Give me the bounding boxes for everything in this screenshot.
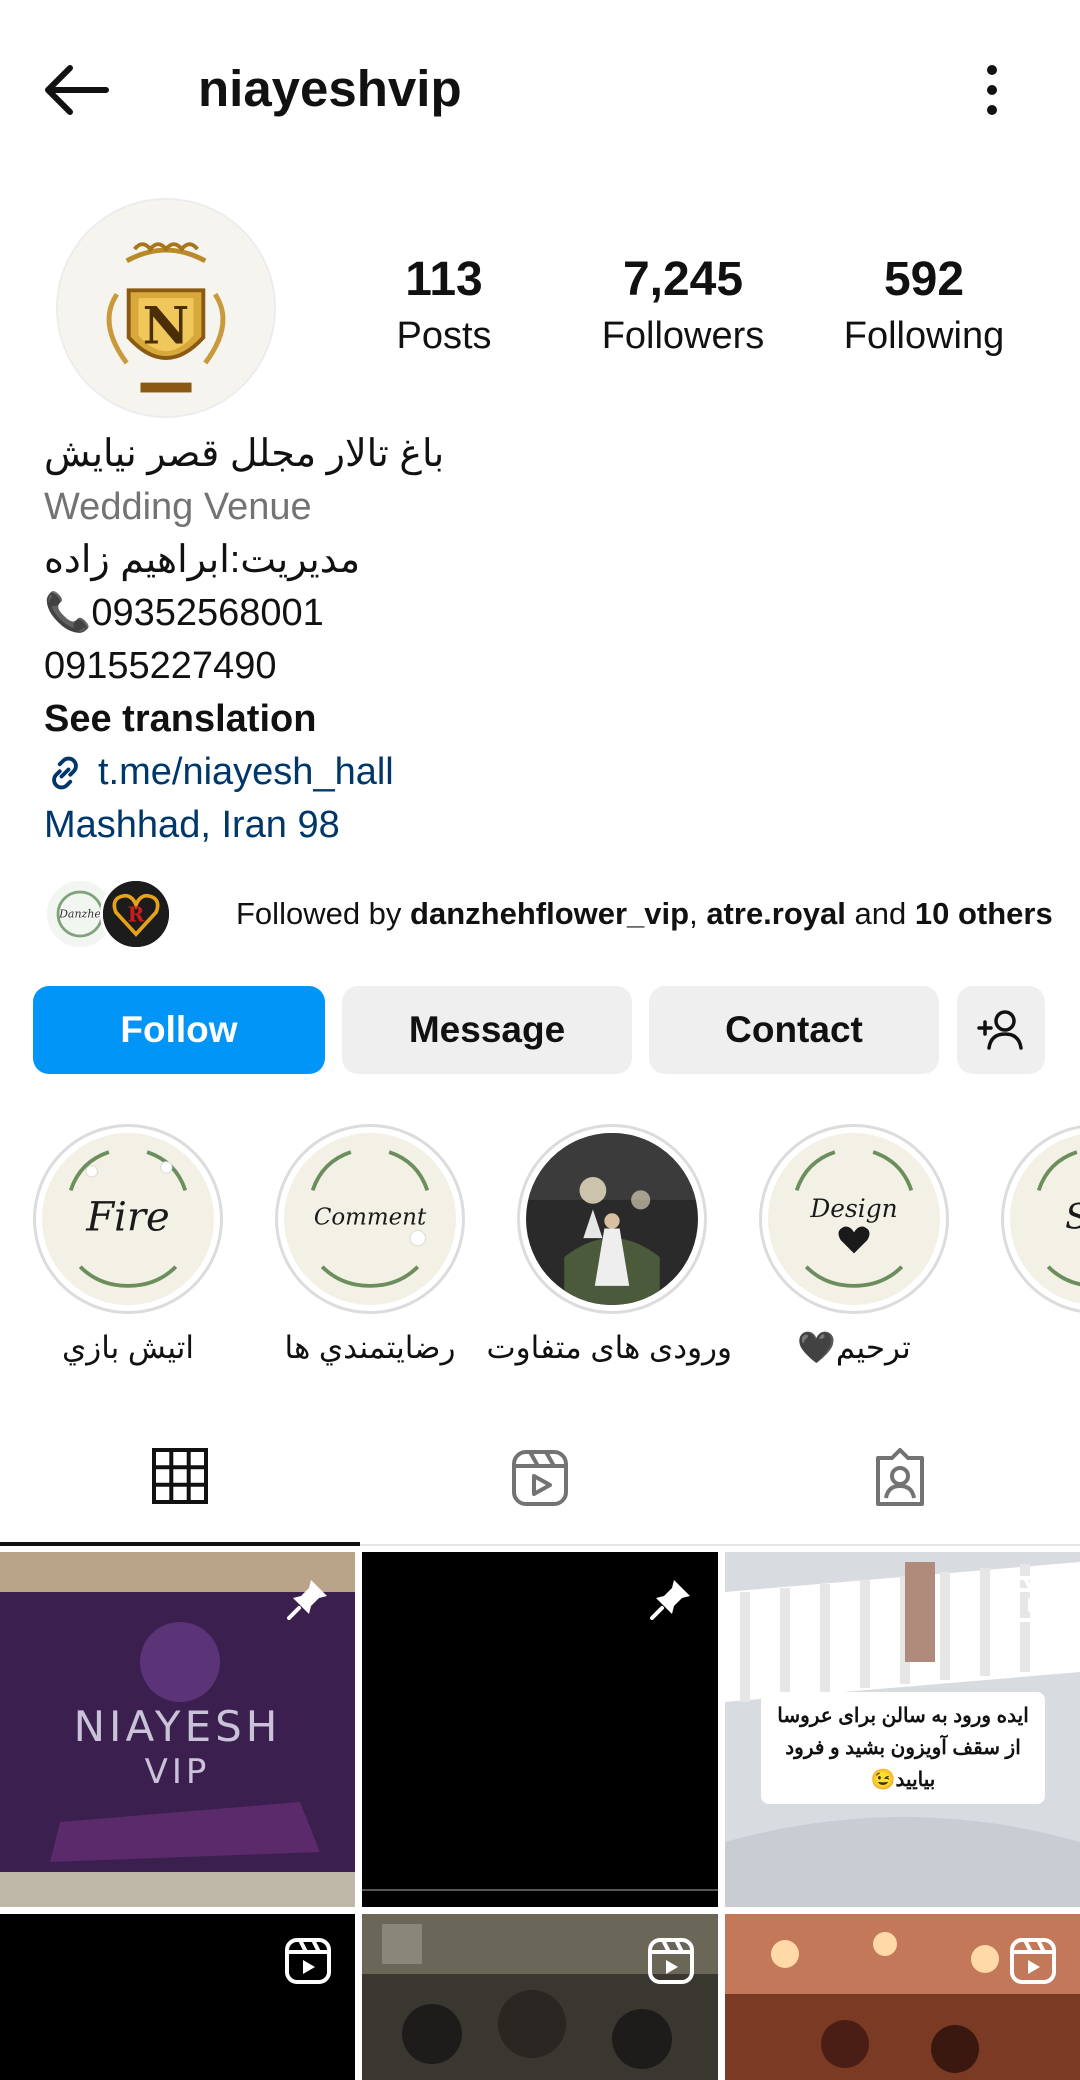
followers-value: 7,245 — [622, 253, 744, 306]
post-thumbnail[interactable] — [0, 1914, 355, 2080]
profile-avatar[interactable]: N — [56, 198, 276, 418]
highlight-label: رضایتمندي ها — [284, 1330, 456, 1365]
bio-phone-primary: 📞09352568001 — [44, 592, 324, 634]
posts-label: Posts — [396, 315, 492, 357]
highlight-item[interactable]: S ج — [976, 1120, 1080, 1368]
highlight-label: ج — [976, 1328, 1080, 1368]
pin-icon — [650, 1580, 690, 1620]
posts-count[interactable]: 113 Posts — [372, 250, 516, 362]
bio-external-link[interactable]: t.me/niayesh_hall — [44, 746, 1044, 799]
more-options-icon[interactable] — [968, 60, 1016, 120]
highlight-cover-text: Fire — [85, 1194, 170, 1240]
highlight-cover-comment: Comment — [284, 1133, 456, 1305]
tagged-icon — [876, 1448, 924, 1506]
link-icon — [52, 756, 78, 789]
contact-button[interactable]: Contact — [649, 986, 939, 1074]
highlight-cover-photo — [526, 1133, 698, 1305]
pin-icon — [287, 1580, 327, 1620]
bio-location[interactable]: Mashhad, Iran 98 — [44, 799, 1044, 852]
mutual-follower-avatars: Danzhe R — [44, 876, 194, 952]
bio-category: Wedding Venue — [44, 486, 312, 528]
message-button[interactable]: Message — [342, 986, 632, 1074]
story-highlights-row: Fire اتیش بازي Comment رضایتمندي ها ورود… — [0, 1120, 1080, 1370]
back-arrow-icon[interactable] — [40, 60, 112, 120]
tab-tagged[interactable] — [720, 1410, 1080, 1546]
highlight-label: ترحیم🖤 — [797, 1330, 911, 1365]
see-translation-link[interactable]: See translation — [44, 693, 1044, 746]
tab-reels[interactable] — [360, 1410, 720, 1546]
followed-by-prefix: Followed by — [236, 896, 411, 931]
grid-icon — [152, 1448, 208, 1504]
reel-icon — [285, 1938, 331, 1984]
mutual-followers-others[interactable]: 10 others — [915, 896, 1053, 931]
reels-icon — [512, 1450, 568, 1506]
followers-label: Followers — [601, 315, 765, 357]
svg-text:N: N — [143, 296, 190, 356]
bio-phone-secondary: 09155227490 — [44, 645, 277, 687]
highlight-cover-design: Design — [768, 1133, 940, 1305]
tab-posts-grid[interactable] — [0, 1410, 360, 1546]
highlight-label: اتیش بازي — [61, 1330, 195, 1365]
post-caption-overlay: ایده ورود به سالن برای عروسا از سقف آویزو… — [761, 1692, 1045, 1804]
highlight-item[interactable]: Comment رضایتمندي ها — [250, 1120, 490, 1368]
mutual-avatar-atre-royal: R — [100, 878, 172, 950]
profile-content-tabs — [0, 1410, 1080, 1546]
followers-count[interactable]: 7,245 Followers — [590, 250, 776, 362]
followed-by-and: and — [845, 896, 915, 931]
bio-link-text: t.me/niayesh_hall — [98, 751, 394, 793]
post-thumbnail[interactable]: NIAYESH VIP — [0, 1552, 355, 1907]
suggested-users-button[interactable] — [957, 986, 1045, 1074]
reel-icon — [648, 1938, 694, 1984]
highlight-cover-text: Comment — [314, 1205, 427, 1231]
following-label: Following — [843, 315, 1005, 357]
highlight-cover-partial: S — [1010, 1133, 1080, 1305]
follow-button[interactable]: Follow — [33, 986, 325, 1074]
svg-text:Danzhe: Danzhe — [58, 908, 101, 921]
post-watermark-line2: VIP — [144, 1752, 211, 1792]
highlight-label: ورودی های متفاوت — [486, 1330, 732, 1365]
reel-icon — [1010, 1938, 1056, 1984]
highlight-cover-text: Design — [809, 1194, 897, 1223]
followed-by-text: Followed by danzhehflower_vip, atre.roya… — [236, 896, 1053, 932]
mutual-follower-2[interactable]: atre.royal — [706, 896, 846, 931]
followed-by-row[interactable]: Danzhe R Followed by danzhehflower_vip, … — [44, 876, 1054, 952]
highlight-item[interactable]: ورودی های متفاوت — [486, 1120, 732, 1368]
reel-icon — [1010, 1576, 1056, 1622]
profile-header: niayeshvip — [0, 0, 1080, 176]
followed-by-separator: , — [689, 896, 707, 931]
mutual-follower-1[interactable]: danzhehflower_vip — [410, 896, 689, 931]
highlight-cover-fire: Fire — [42, 1133, 214, 1305]
post-thumbnail[interactable] — [362, 1914, 718, 2080]
post-caption-line2: از سقف آویزون بشید و فرود بیایید😉 — [785, 1737, 1021, 1791]
post-thumbnail[interactable] — [725, 1914, 1080, 2080]
svg-text:R: R — [128, 902, 145, 926]
profile-username: niayeshvip — [198, 60, 462, 117]
posts-value: 113 — [405, 253, 483, 306]
post-thumbnail[interactable]: ایده ورود به سالن برای عروسا از سقف آویزو… — [725, 1552, 1080, 1907]
add-person-icon — [977, 1010, 1023, 1050]
following-count[interactable]: 592 Following — [838, 250, 1010, 362]
post-caption-line1: ایده ورود به سالن برای عروسا — [777, 1705, 1029, 1727]
highlight-item[interactable]: Fire اتیش بازي — [8, 1120, 248, 1368]
bio-name: باغ تالار مجلل قصر نیایش — [44, 433, 445, 475]
highlight-item[interactable]: Design ترحیم🖤 — [734, 1120, 974, 1368]
following-value: 592 — [883, 253, 965, 306]
post-thumbnail[interactable] — [362, 1552, 718, 1907]
highlight-cover-text: S — [1065, 1198, 1080, 1238]
post-watermark-line1: NIAYESH — [73, 1702, 282, 1751]
profile-bio: باغ تالار مجلل قصر نیایش Wedding Venue م… — [44, 428, 1044, 852]
bio-manager: مدیریت:ابراهیم زاده — [44, 539, 361, 581]
